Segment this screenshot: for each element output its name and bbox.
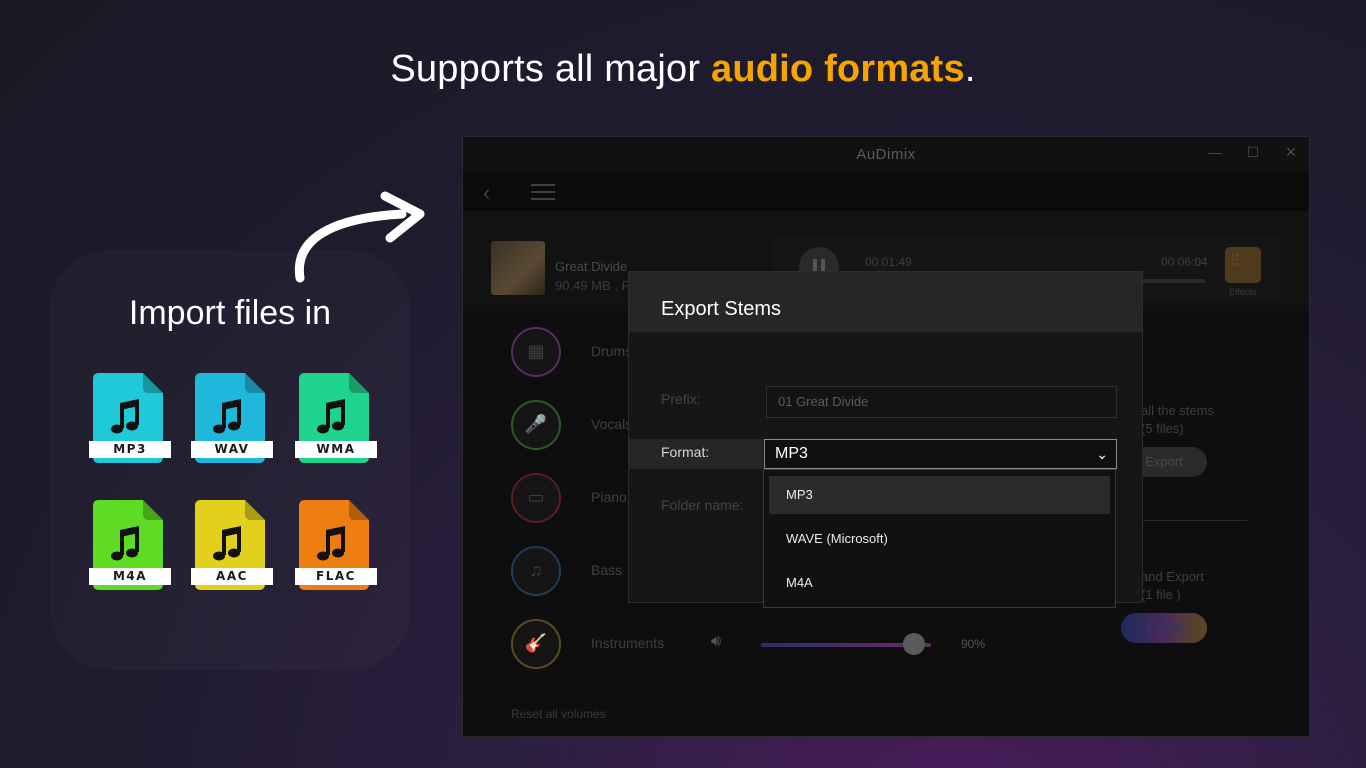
folder-name-label: Folder name: [661,497,744,513]
file-format-label: AAC [191,568,273,585]
piano-icon[interactable]: ▭ [511,473,561,523]
format-option-wave[interactable]: WAVE (Microsoft) [769,520,1110,558]
bass-guitar-icon[interactable]: ♫ [511,546,561,596]
instruments-icon[interactable]: 🎸 [511,619,561,669]
speaker-icon[interactable]: 🔊︎ [711,633,721,651]
format-select[interactable]: MP3 ⌄ [764,439,1117,469]
stem-name: Drums [591,343,633,359]
file-format-label: M4A [89,568,171,585]
maximize-button[interactable]: ☐ [1243,144,1263,161]
track-name: Great Divide [555,259,628,274]
headline-prefix: Supports all major [390,48,711,90]
mix-export-count: (1 file ) [1141,587,1181,602]
file-format-label: MP3 [89,441,171,458]
stem-name: Instruments [591,635,665,651]
dialog-header: Export Stems [629,272,1142,332]
nav-bar: ‹ [463,171,1309,211]
chevron-down-icon: ⌄ [1096,446,1108,462]
effects-button[interactable] [1225,247,1261,283]
prefix-label: Prefix: [661,391,701,407]
back-arrow-icon[interactable]: ‹ [483,180,490,206]
file-wma-icon: WMA [295,373,377,465]
all-stems-count: (5 files) [1141,421,1184,436]
file-format-label: WAV [191,441,273,458]
dialog-title: Export Stems [661,298,782,320]
drums-icon[interactable]: ▦ [511,327,561,377]
format-value: MP3 [775,445,808,462]
format-option-m4a[interactable]: M4A [769,564,1110,602]
album-art [491,241,545,295]
format-dropdown-list: MP3 WAVE (Microsoft) M4A [763,469,1116,608]
title-bar: AuDimix — ☐ ✕ [463,137,1309,171]
stem-name: Vocals [591,416,633,432]
effects-label: Effects [1229,287,1257,297]
file-m4a-icon: M4A [89,500,171,592]
file-mp3-icon: MP3 [89,373,171,465]
mix-export-text: and Export [1141,569,1204,584]
volume-slider-thumb[interactable] [903,633,925,655]
microphone-glyph: 🎤 [524,414,548,434]
reset-volumes-link[interactable]: Reset all volumes [511,707,606,721]
file-flac-icon: FLAC [295,500,377,592]
instruments-glyph: 🎸 [524,633,548,653]
import-title: Import files in [128,294,332,332]
piano-glyph: ▭ [527,487,545,507]
file-aac-icon: AAC [191,500,273,592]
file-wav-icon: WAV [191,373,273,465]
file-format-label: FLAC [295,568,377,585]
close-button[interactable]: ✕ [1281,144,1301,161]
bass-glyph: ♫ [529,560,543,580]
drums-glyph: ▦ [527,341,545,361]
file-format-label: WMA [295,441,377,458]
hamburger-menu-icon[interactable] [531,184,555,200]
minimize-button[interactable]: — [1205,144,1225,160]
mix-export-button[interactable]: Export [1121,613,1207,643]
stem-name: Piano [591,489,627,505]
prefix-input[interactable]: 01 Great Divide [766,386,1117,418]
app-title: AuDimix [856,146,916,163]
curved-arrow-icon [294,191,425,283]
headline-accent: audio formats [710,48,965,90]
headline: Supports all major audio formats. [0,48,1366,91]
all-stems-text: all the stems [1141,403,1214,418]
stem-name: Bass [591,562,623,578]
microphone-icon[interactable]: 🎤 [511,400,561,450]
format-label: Format: [661,444,710,460]
stem-row-instruments: 🎸 Instruments 🔊︎ 90% [511,619,1031,671]
track-meta: 90.49 MB , F [555,278,630,293]
volume-percent: 90% [961,637,986,651]
current-time: 00:01:49 [865,255,912,269]
headline-suffix: . [964,48,976,90]
total-time: 00:06:04 [1161,255,1208,269]
format-option-mp3[interactable]: MP3 [769,476,1110,514]
